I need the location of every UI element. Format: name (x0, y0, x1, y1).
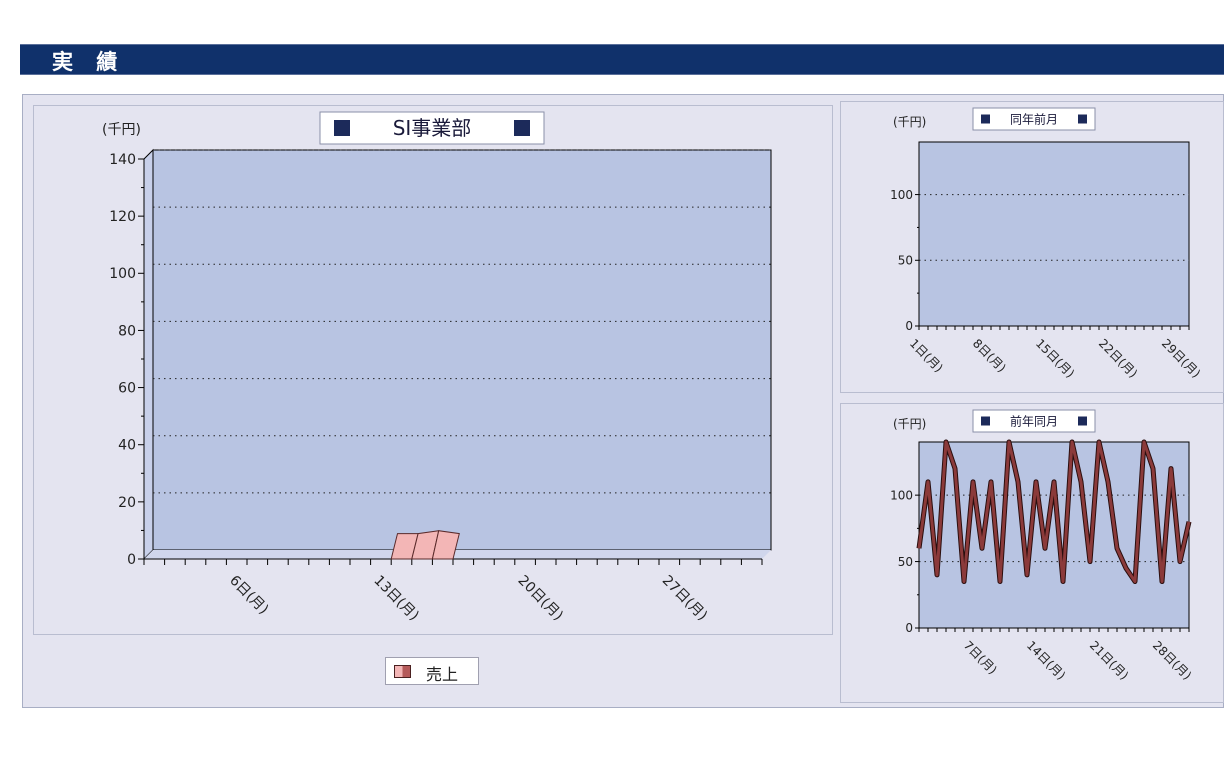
plot-area (918, 141, 1190, 327)
legend-swatch-icon (394, 665, 411, 678)
y-tick-label: 100 (890, 188, 913, 202)
plot-floor (144, 550, 771, 559)
main-chart: (千円) SI事業部 0 20 40 60 80 100 120 140 6日(月) 13日(月) 20… (102, 111, 772, 624)
title-left-square-icon (981, 114, 990, 124)
x-tick-label: 28日(月) (1150, 638, 1194, 682)
x-tick-label: 1日(月) (907, 336, 946, 375)
y-axis-label: (千円) (893, 115, 926, 129)
prev-month-chart-panel: (千円) 同年前月 0 50 100 1日(月) 8日(月) 15日(月) 22日(月) 29日(… (840, 101, 1224, 393)
y-tick-label: 60 (118, 380, 136, 396)
prev-month-chart: (千円) 同年前月 0 50 100 1日(月) 8日(月) 15日(月) 22日(月) 29日(… (890, 107, 1203, 381)
x-tick-label: 20日(月) (515, 573, 566, 624)
y-tick-label: 50 (898, 555, 913, 569)
prev-year-chart: (千円) 前年同月 0 50 100 7日(月) 14日(月) 21日(月) 28日(月) (890, 409, 1194, 683)
y-axis-label: (千円) (893, 417, 926, 431)
y-tick-label: 120 (109, 209, 136, 225)
x-tick-label: 22日(月) (1096, 336, 1140, 380)
y-tick-label: 100 (890, 488, 913, 502)
main-chart-panel: (千円) SI事業部 0 20 40 60 80 100 120 140 6日(月) 13日(月) 20… (33, 105, 833, 635)
x-tick-label: 7日(月) (961, 638, 1000, 677)
plot-side-wall (143, 148, 154, 561)
y-tick-label: 0 (905, 621, 913, 635)
x-tick-label: 15日(月) (1033, 336, 1077, 380)
title-left-square-icon (334, 120, 350, 136)
x-tick-label: 14日(月) (1024, 638, 1068, 682)
x-tick-label: 21日(月) (1087, 638, 1131, 682)
title-left-square-icon (981, 416, 990, 426)
chart-title: SI事業部 (393, 116, 472, 140)
main-chart-legend: 売上 (385, 657, 479, 685)
y-tick-label: 100 (109, 266, 136, 282)
chart-title: 同年前月 (1010, 111, 1058, 126)
x-tick-label: 13日(月) (370, 573, 421, 624)
y-tick-label: 20 (118, 495, 136, 511)
x-tick-label: 29日(月) (1159, 336, 1203, 380)
x-tick-label: 8日(月) (970, 336, 1009, 375)
legend-label: 売上 (426, 665, 459, 684)
y-tick-label: 0 (127, 552, 136, 568)
plot-area (152, 149, 772, 551)
title-right-square-icon (514, 120, 530, 136)
y-tick-label: 80 (118, 323, 136, 339)
y-tick-label: 40 (118, 438, 136, 454)
page-header: 実 績 (20, 44, 1224, 75)
prev-year-chart-panel: (千円) 前年同月 0 50 100 7日(月) 14日(月) 21日(月) 28日(月) (840, 403, 1224, 703)
chart-title: 前年同月 (1010, 413, 1058, 428)
page-title: 実 績 (52, 50, 126, 74)
y-tick-label: 0 (905, 319, 913, 333)
y-tick-label: 50 (898, 253, 913, 267)
y-tick-label: 140 (109, 152, 136, 168)
title-right-square-icon (1078, 416, 1087, 426)
x-tick-label: 27日(月) (659, 573, 710, 624)
title-right-square-icon (1078, 114, 1087, 124)
y-axis-label: (千円) (102, 122, 141, 138)
x-tick-label: 6日(月) (226, 573, 271, 618)
charts-container: (千円) SI事業部 0 20 40 60 80 100 120 140 6日(月) 13日(月) 20… (22, 94, 1224, 708)
